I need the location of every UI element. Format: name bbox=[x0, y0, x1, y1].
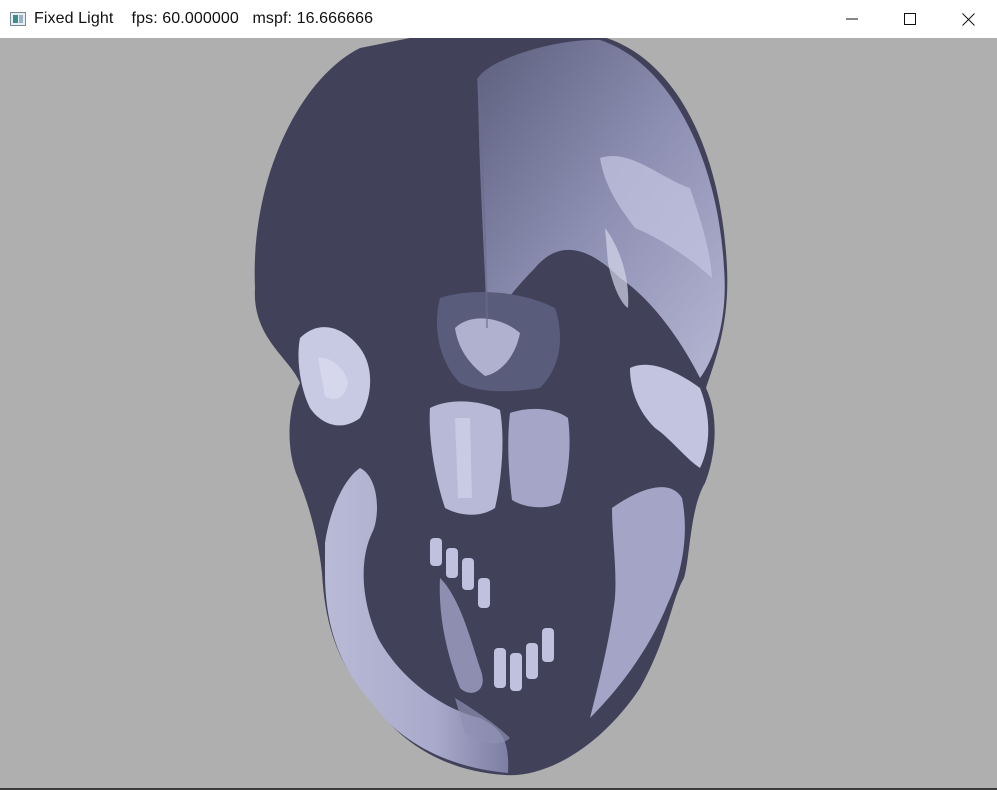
minimize-button[interactable] bbox=[823, 0, 881, 38]
app-window: Fixed Light fps: 60.000000 mspf: 16.6666… bbox=[0, 0, 997, 790]
skull-model bbox=[254, 38, 728, 776]
title-bar[interactable]: Fixed Light fps: 60.000000 mspf: 16.6666… bbox=[0, 0, 997, 38]
close-icon bbox=[961, 12, 975, 26]
render-viewport[interactable] bbox=[0, 38, 997, 788]
close-button[interactable] bbox=[939, 0, 997, 38]
maximize-button[interactable] bbox=[881, 0, 939, 38]
minimize-icon bbox=[846, 18, 858, 20]
caption-buttons bbox=[823, 0, 997, 38]
maximize-icon bbox=[904, 13, 916, 25]
window-title: Fixed Light fps: 60.000000 mspf: 16.6666… bbox=[34, 10, 374, 27]
app-icon bbox=[10, 12, 26, 26]
